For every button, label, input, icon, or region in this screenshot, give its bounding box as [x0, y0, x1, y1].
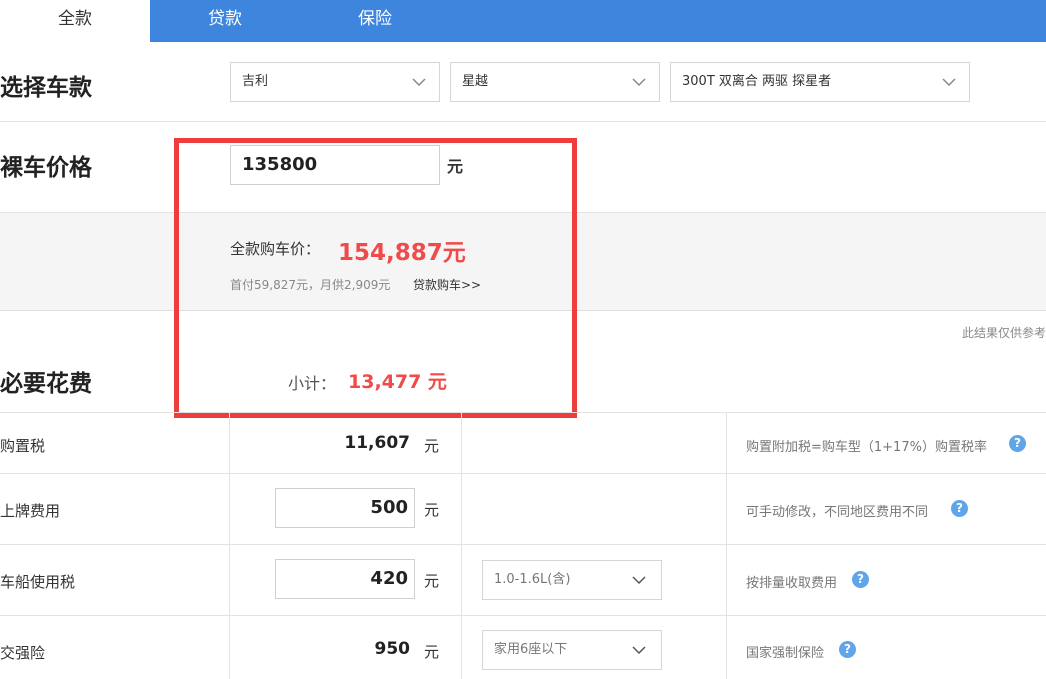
fee-label: 上牌费用: [0, 502, 61, 520]
column-divider: [726, 412, 727, 679]
fee-description: 国家强制保险: [746, 646, 825, 661]
chevron-down-icon: [941, 74, 957, 90]
brand-select[interactable]: 吉利: [230, 62, 440, 102]
help-icon[interactable]: ?: [1009, 435, 1026, 452]
chevron-down-icon: [411, 74, 427, 90]
bare-price-title: 裸车价格: [0, 155, 92, 181]
chevron-down-icon: [631, 572, 647, 588]
model-select[interactable]: 300T 双离合 两驱 探星者: [670, 62, 970, 102]
fee-unit: 元: [424, 572, 440, 590]
vehicle-tax-input[interactable]: 420: [275, 559, 415, 599]
fee-description: 可手动修改，不同地区费用不同: [746, 505, 929, 520]
column-divider: [229, 412, 230, 679]
down-payment-monthly-text: 首付59,827元，月供2,909元: [230, 278, 391, 292]
fee-description: 购置附加税=购车型（1+17%）购置税率: [746, 440, 987, 455]
plate-fee-input[interactable]: 500: [275, 488, 415, 528]
fee-label: 交强险: [0, 644, 46, 662]
select-car-title: 选择车款: [0, 75, 92, 101]
subtotal-value: 13,477 元: [348, 371, 447, 393]
full-payment-summary: [0, 212, 1046, 311]
table-row: 购置税 11,607 元 购置附加税=购车型（1+17%）购置税率 ?: [0, 412, 1046, 473]
fee-unit: 元: [424, 643, 440, 661]
table-row: 交强险 950 元 家用6座以下 国家强制保险 ?: [0, 615, 1046, 679]
tab-loan[interactable]: 贷款: [150, 0, 300, 42]
bare-price-input[interactable]: 135800: [230, 145, 440, 185]
bare-price-unit: 元: [447, 157, 464, 176]
fee-description: 按排量收取费用: [746, 576, 838, 591]
divider: [0, 121, 1046, 122]
model-select-value: 300T 双离合 两驱 探星者: [682, 74, 832, 89]
tab-full-payment[interactable]: 全款: [0, 0, 150, 42]
fee-label: 车船使用税: [0, 573, 76, 591]
full-payment-label: 全款购车价：: [230, 240, 321, 258]
tab-insurance[interactable]: 保险: [300, 0, 450, 42]
subtotal-label: 小计：: [288, 374, 337, 393]
full-payment-value: 154,887元: [338, 240, 466, 266]
fee-unit: 元: [424, 437, 440, 455]
column-divider: [461, 412, 462, 679]
brand-select-value: 吉利: [242, 74, 269, 89]
compulsory-insurance-value: 950: [374, 639, 411, 659]
table-row: 车船使用税 420 元 1.0-1.6L(含) 按排量收取费用 ?: [0, 544, 1046, 615]
seat-type-select[interactable]: 家用6座以下: [482, 630, 662, 670]
purchase-tax-value: 11,607: [344, 433, 410, 453]
help-icon[interactable]: ?: [839, 641, 856, 658]
tab-bar: 全款 贷款 保险: [0, 0, 1046, 42]
displacement-select[interactable]: 1.0-1.6L(含): [482, 560, 662, 600]
loan-purchase-link[interactable]: 贷款购车>>: [413, 276, 481, 293]
fee-unit: 元: [424, 501, 440, 519]
help-icon[interactable]: ?: [951, 500, 968, 517]
displacement-select-value: 1.0-1.6L(含): [494, 572, 571, 587]
help-icon[interactable]: ?: [852, 571, 869, 588]
series-select[interactable]: 星越: [450, 62, 660, 102]
required-fees-title: 必要花费: [0, 371, 92, 397]
reference-note: 此结果仅供参考: [961, 326, 1046, 340]
chevron-down-icon: [631, 642, 647, 658]
seat-type-select-value: 家用6座以下: [494, 642, 568, 657]
fee-label: 购置税: [0, 437, 46, 455]
table-row: 上牌费用 500 元 可手动修改，不同地区费用不同 ?: [0, 473, 1046, 544]
series-select-value: 星越: [462, 74, 489, 89]
chevron-down-icon: [631, 74, 647, 90]
